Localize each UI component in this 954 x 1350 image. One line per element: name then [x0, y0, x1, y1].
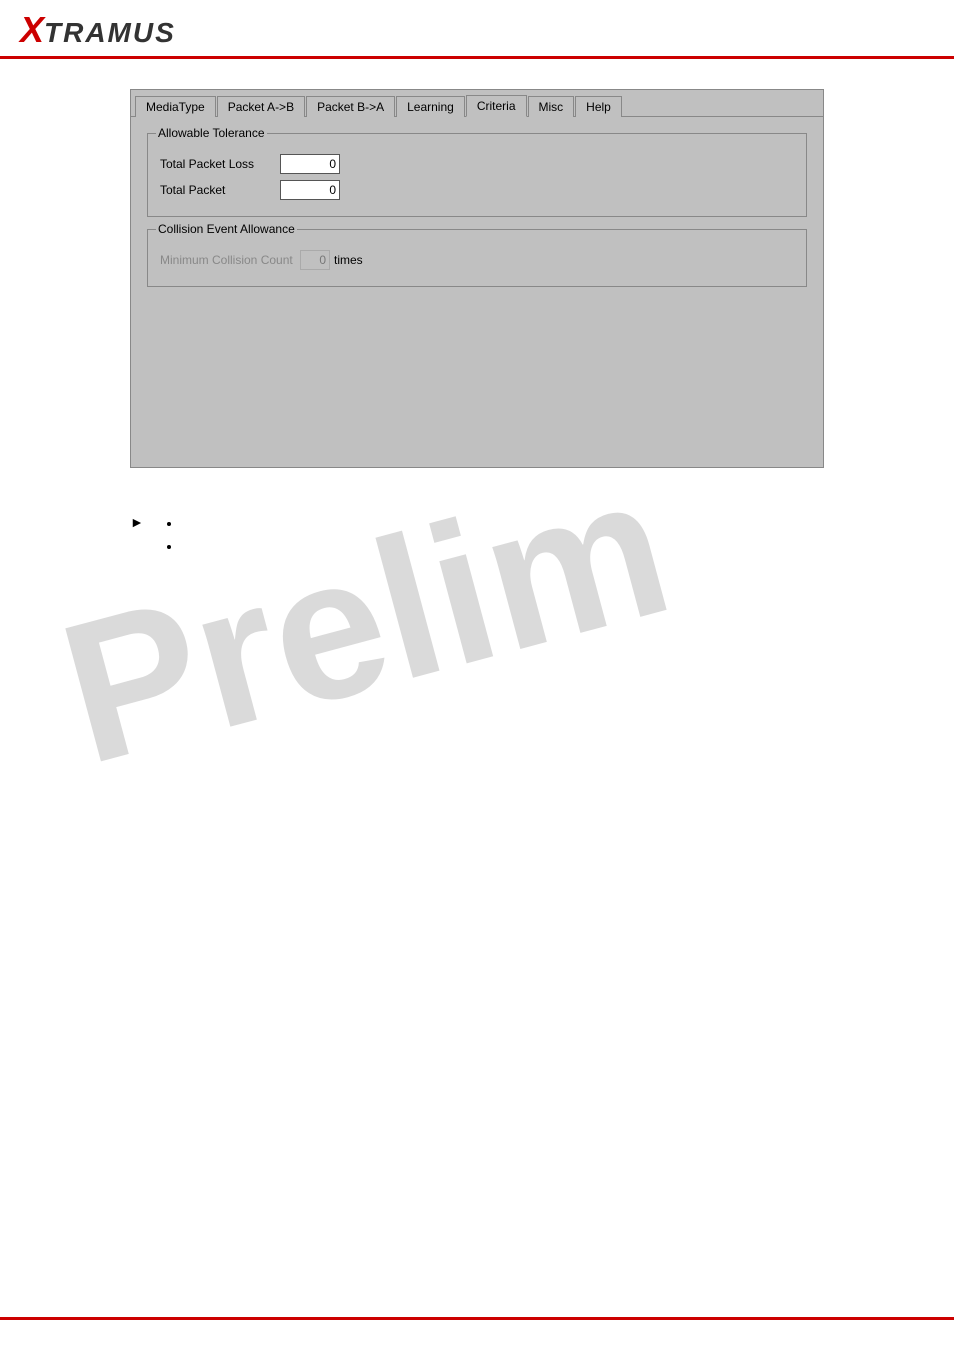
note-arrow: ►: [130, 512, 824, 562]
criteria-tab-content: Allowable Tolerance Total Packet Loss To…: [131, 117, 823, 467]
allowable-tolerance-group: Allowable Tolerance Total Packet Loss To…: [147, 133, 807, 217]
logo: X TRAMUS: [20, 12, 176, 48]
tab-help[interactable]: Help: [575, 96, 622, 117]
bullet-item-2: [182, 539, 186, 554]
logo-x: X: [20, 12, 44, 48]
logo-text: TRAMUS: [44, 19, 176, 47]
main-content: MediaType Packet A->B Packet B->A Learni…: [0, 59, 954, 498]
min-collision-count-suffix: times: [334, 253, 363, 267]
tab-misc[interactable]: Misc: [528, 96, 575, 117]
tab-packet-a-b[interactable]: Packet A->B: [217, 96, 305, 117]
collision-event-title: Collision Event Allowance: [156, 222, 297, 236]
total-packet-input[interactable]: [280, 180, 340, 200]
tab-learning[interactable]: Learning: [396, 96, 465, 117]
allowable-tolerance-title: Allowable Tolerance: [156, 126, 267, 140]
collision-event-group: Collision Event Allowance Minimum Collis…: [147, 229, 807, 287]
header: X TRAMUS: [0, 0, 954, 59]
total-packet-loss-row: Total Packet Loss: [160, 154, 794, 174]
footer-line: [0, 1317, 954, 1320]
bullet-list: [152, 516, 186, 554]
min-collision-count-input: [300, 250, 330, 270]
total-packet-loss-input[interactable]: [280, 154, 340, 174]
min-collision-count-label: Minimum Collision Count: [160, 253, 300, 267]
arrow-icon: ►: [130, 514, 144, 530]
tab-panel: MediaType Packet A->B Packet B->A Learni…: [130, 89, 824, 468]
notes-section: ►: [0, 502, 954, 580]
allowable-tolerance-content: Total Packet Loss Total Packet: [160, 154, 794, 200]
collision-event-content: Minimum Collision Count times: [160, 250, 794, 270]
tab-bar: MediaType Packet A->B Packet B->A Learni…: [131, 90, 823, 117]
bullet-item-1: [182, 516, 186, 531]
min-collision-count-row: Minimum Collision Count times: [160, 250, 794, 270]
tab-packet-b-a[interactable]: Packet B->A: [306, 96, 395, 117]
tab-media-type[interactable]: MediaType: [135, 96, 216, 117]
total-packet-label: Total Packet: [160, 183, 280, 197]
note-text: [152, 512, 186, 562]
total-packet-row: Total Packet: [160, 180, 794, 200]
tab-criteria[interactable]: Criteria: [466, 95, 527, 117]
total-packet-loss-label: Total Packet Loss: [160, 157, 280, 171]
